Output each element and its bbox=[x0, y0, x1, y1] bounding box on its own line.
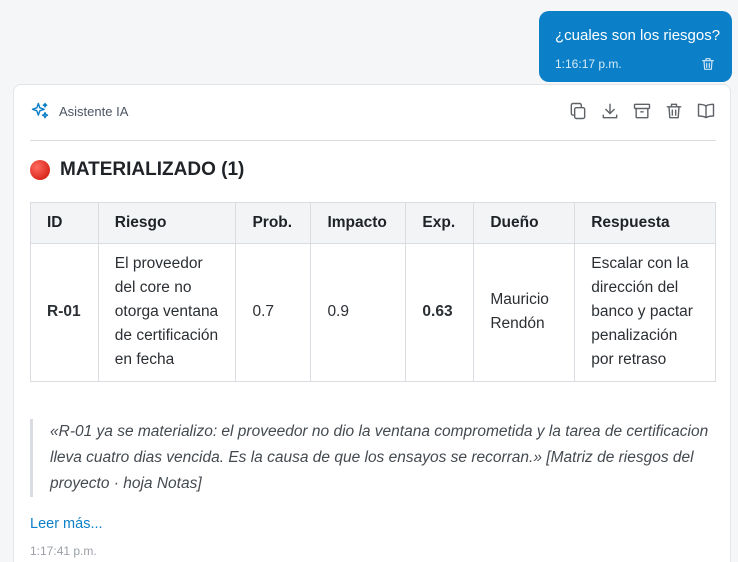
user-message-meta: 1:16:17 p.m. bbox=[555, 56, 716, 72]
table-cell-response: Escalar con la dirección del banco y pac… bbox=[574, 243, 716, 382]
risk-table: ID Riesgo Prob. Impacto Exp. Dueño Respu… bbox=[30, 202, 716, 382]
copy-icon[interactable] bbox=[568, 101, 588, 121]
column-header: Impacto bbox=[310, 202, 407, 244]
trash-icon[interactable] bbox=[664, 101, 684, 121]
table-cell-risk: El proveedor del core no otorga ventana … bbox=[97, 243, 237, 382]
quote-block: «R-01 ya se materializo: el proveedor no… bbox=[30, 419, 716, 497]
column-header: Dueño bbox=[473, 202, 576, 244]
table-row: R-01 El proveedor del core no otorga ven… bbox=[30, 243, 716, 382]
column-header: Respuesta bbox=[574, 202, 716, 244]
download-icon[interactable] bbox=[600, 101, 620, 121]
red-circle-icon bbox=[30, 160, 50, 180]
assistant-header: Asistente IA bbox=[30, 99, 716, 141]
section-title-text: MATERIALIZADO (1) bbox=[60, 159, 245, 180]
delete-message-icon[interactable] bbox=[700, 56, 716, 72]
assistant-message-time: 1:17:41 p.m. bbox=[30, 544, 97, 558]
archive-icon[interactable] bbox=[632, 101, 652, 121]
message-actions bbox=[556, 101, 716, 121]
table-cell-owner: Mauricio Rendón bbox=[473, 243, 576, 382]
assistant-identity: Asistente IA bbox=[30, 101, 128, 121]
user-message-text: ¿cuales son los riesgos? bbox=[555, 27, 721, 44]
book-icon[interactable] bbox=[696, 101, 716, 121]
column-header: Prob. bbox=[235, 202, 312, 244]
sparkle-icon bbox=[30, 101, 50, 121]
section-title: MATERIALIZADO (1) bbox=[30, 159, 244, 181]
table-cell-exposure: 0.63 bbox=[405, 243, 475, 382]
assistant-message-card: Asistente IA MATERIALIZADO (1) ID Riesgo… bbox=[13, 84, 731, 562]
assistant-name: Asistente IA bbox=[59, 103, 129, 119]
table-cell-impact: 0.9 bbox=[310, 243, 407, 382]
table-header-row: ID Riesgo Prob. Impacto Exp. Dueño Respu… bbox=[30, 202, 716, 244]
user-message-bubble: ¿cuales son los riesgos? 1:16:17 p.m. bbox=[539, 11, 732, 82]
column-header: Exp. bbox=[405, 202, 475, 244]
read-more-link[interactable]: Leer más... bbox=[30, 516, 103, 532]
column-header: Riesgo bbox=[97, 202, 237, 244]
column-header: ID bbox=[30, 202, 99, 244]
table-cell-prob: 0.7 bbox=[235, 243, 312, 382]
table-cell-id: R-01 bbox=[30, 243, 99, 382]
user-message-time: 1:16:17 p.m. bbox=[555, 57, 622, 71]
